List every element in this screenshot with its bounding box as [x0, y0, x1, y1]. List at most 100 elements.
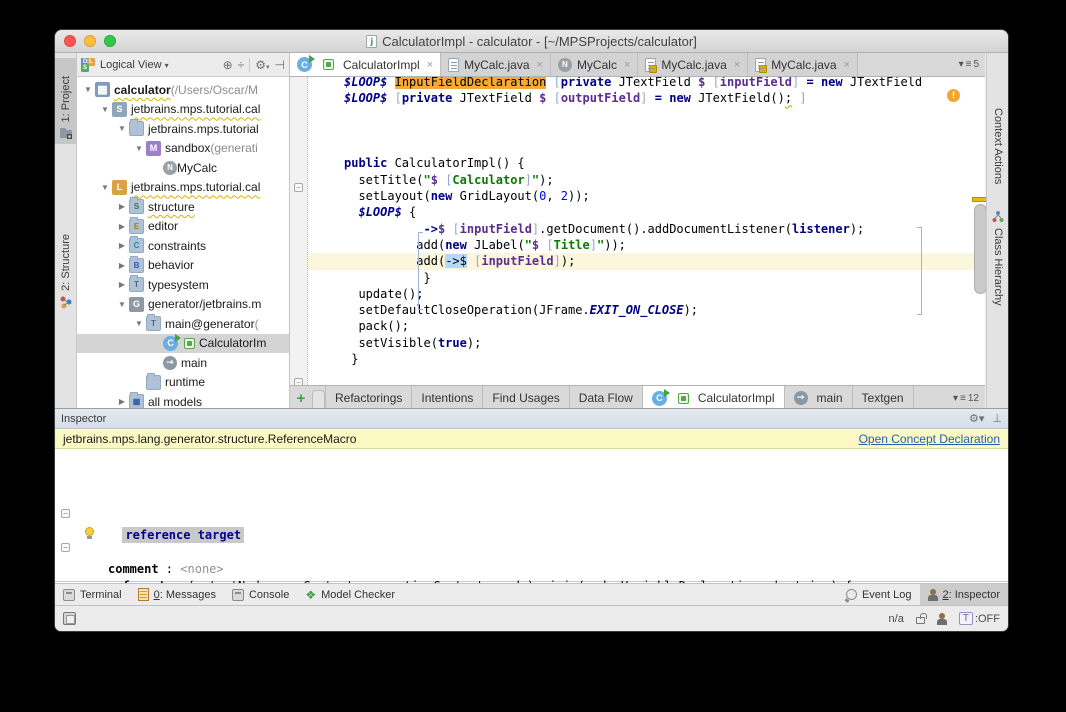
code-line[interactable]: comment : <none>	[55, 561, 1008, 578]
minimize-window-button[interactable]	[84, 35, 96, 47]
unlock-icon[interactable]	[916, 617, 925, 624]
tree-item-jetbrains-mps-tutorial[interactable]: ▼jetbrains.mps.tutorial	[77, 119, 289, 139]
code-line[interactable]: update();	[308, 286, 985, 302]
tree-closed-arrow[interactable]: ▶	[115, 202, 129, 211]
title-bar[interactable]: j CalculatorImpl - calculator - [~/MPSPr…	[55, 30, 1008, 53]
tree-item-structure[interactable]: ▶Sstructure	[77, 197, 289, 217]
code-line[interactable]: public CalculatorImpl() {	[308, 155, 985, 171]
code-line[interactable]	[308, 123, 985, 139]
inspector-editor[interactable]: − − reference targetcomment : <none>refe…	[55, 449, 1008, 582]
bottom-tab-intentions[interactable]: Intentions	[412, 386, 483, 410]
tab-overflow-top[interactable]: ▾≡5	[953, 53, 985, 76]
editor-tab-calculatorimpl[interactable]: CCalculatorImpl×	[290, 53, 441, 76]
fold-icon[interactable]: −	[294, 183, 303, 192]
fold-icon[interactable]: −	[61, 543, 70, 552]
editor-tab-mycalc[interactable]: NMyCalc×	[551, 53, 638, 76]
code-line[interactable]: $LOOP$ [private JTextField $ [outputFiel…	[308, 90, 985, 106]
code-line[interactable]: }	[308, 351, 985, 367]
tree-item-sandbox[interactable]: ▼Msandbox (generati	[77, 139, 289, 159]
tree-item-main[interactable]: →main	[77, 353, 289, 373]
tree-item-runtime[interactable]: runtime	[77, 373, 289, 393]
code-line[interactable]: setDefaultCloseOperation(JFrame.EXIT_ON_…	[308, 302, 985, 318]
bottom-tab-main[interactable]: →main	[785, 386, 853, 410]
bottom-tab-find-usages[interactable]: Find Usages	[483, 386, 569, 410]
toolwindow-button--inspector[interactable]: 2: Inspector	[920, 584, 1008, 605]
close-icon[interactable]: ×	[734, 59, 740, 71]
tree-closed-arrow[interactable]: ▶	[115, 280, 129, 289]
collapsed-tab[interactable]	[312, 390, 325, 410]
tree-item-main-generator[interactable]: ▼Tmain@generator (	[77, 314, 289, 334]
tree-item-editor[interactable]: ▶Eeditor	[77, 217, 289, 237]
close-window-button[interactable]	[64, 35, 76, 47]
code-line[interactable]: setTitle("$ [Calculator]");	[308, 172, 985, 188]
code-line[interactable]: $LOOP$ {	[308, 204, 985, 220]
warning-icon[interactable]: !	[947, 89, 960, 102]
stripe-button-1-project[interactable]: 1: Project	[55, 58, 77, 144]
toolwindow-button--messages[interactable]: 0: Messages	[130, 584, 224, 605]
transient-models-status[interactable]: T:OFF	[959, 612, 1000, 625]
tree-closed-arrow[interactable]: ▶	[115, 397, 129, 406]
bottom-tab-data-flow[interactable]: Data Flow	[570, 386, 643, 410]
intention-bulb-icon[interactable]	[85, 527, 94, 539]
tree-item-calculator[interactable]: ▼▦calculator (/Users/Oscar/M	[77, 80, 289, 100]
tab-overflow-bottom[interactable]: ▾≡12	[947, 386, 985, 410]
code-line[interactable]: ->$ [inputField].getDocument().addDocume…	[308, 221, 985, 237]
code-line[interactable]: setLayout(new GridLayout(0, 2));	[308, 188, 985, 204]
close-icon[interactable]: ×	[537, 59, 543, 71]
toolwindow-button-terminal[interactable]: Terminal	[55, 584, 130, 605]
tree-item-jetbrains-mps-tutorial-cal[interactable]: ▼Sjetbrains.mps.tutorial.cal	[77, 100, 289, 120]
dock-icon[interactable]: ⊥	[992, 412, 1002, 425]
bottom-tab-textgen[interactable]: Textgen	[853, 386, 914, 410]
code-line[interactable]: }	[308, 270, 985, 286]
toolwindow-button-console[interactable]: Console	[224, 584, 297, 605]
close-icon[interactable]: ×	[844, 59, 850, 71]
open-concept-declaration-link[interactable]: Open Concept Declaration	[859, 432, 1000, 446]
collapse-all-icon[interactable]: ÷	[238, 58, 245, 72]
code-line[interactable]: add(new JLabel("$ [Title]"));	[308, 237, 985, 253]
tree-closed-arrow[interactable]: ▶	[115, 261, 129, 270]
add-tab-button[interactable]: +	[290, 386, 312, 410]
zoom-window-button[interactable]	[104, 35, 116, 47]
code-line[interactable]	[308, 107, 985, 123]
stripe-button-context-actions[interactable]: Context Actions	[987, 88, 1008, 193]
stripe-button-2-structure[interactable]: 2: Structure	[55, 178, 77, 313]
tree-item-generator-jetbrains-m[interactable]: ▼Ggenerator/jetbrains.m	[77, 295, 289, 315]
hector-inspector-icon[interactable]	[937, 613, 947, 625]
code-line[interactable]: add(->$ [inputField]);	[308, 253, 985, 269]
toolwindow-button-model-checker[interactable]: ❖Model Checker	[297, 584, 403, 605]
tree-item-mycalc[interactable]: NMyCalc	[77, 158, 289, 178]
hide-panel-icon[interactable]: ⊣	[275, 58, 285, 72]
stripe-button-class-hierarchy[interactable]: Class Hierarchy	[987, 208, 1008, 343]
bottom-tab-refactorings[interactable]: Refactorings	[325, 386, 412, 410]
code-line[interactable]: reference target	[55, 527, 1008, 544]
tree-open-arrow[interactable]: ▼	[98, 105, 112, 114]
tree-open-arrow[interactable]: ▼	[132, 144, 146, 153]
code-line[interactable]: setVisible(true);	[308, 335, 985, 351]
tree-open-arrow[interactable]: ▼	[81, 85, 95, 94]
code-line[interactable]: $LOOP$ InputFieldDeclaration [private JT…	[308, 77, 985, 90]
tree-item-calculatorim[interactable]: CCalculatorIm	[77, 334, 289, 354]
locate-icon[interactable]: ⊕	[223, 58, 233, 72]
tree-item-jetbrains-mps-tutorial-cal[interactable]: ▼Ljetbrains.mps.tutorial.cal	[77, 178, 289, 198]
tree-item-typesystem[interactable]: ▶Ttypesystem	[77, 275, 289, 295]
code-editor[interactable]: − − $LOOP$ InputFieldDeclaration [privat…	[290, 77, 985, 385]
gear-icon[interactable]: ⚙▾	[255, 58, 269, 72]
editor-tab-mycalc-java[interactable]: MyCalc.java×	[441, 53, 551, 76]
editor-tab-mycalc-java[interactable]: MyCalc.java×	[748, 53, 858, 76]
close-icon[interactable]: ×	[624, 59, 630, 71]
code-line[interactable]	[55, 544, 1008, 561]
fold-icon[interactable]: −	[294, 378, 303, 385]
tree-open-arrow[interactable]: ▼	[115, 300, 129, 309]
close-icon[interactable]: ×	[427, 59, 433, 71]
toolwindow-toggle-icon[interactable]	[63, 612, 76, 625]
toolwindow-button-event-log[interactable]: Event Log	[838, 584, 920, 605]
bottom-tab-calculatorimpl[interactable]: CCalculatorImpl	[643, 386, 785, 410]
tree-closed-arrow[interactable]: ▶	[115, 222, 129, 231]
fold-icon[interactable]: −	[61, 509, 70, 518]
tree-item-all-models[interactable]: ▶▦all models	[77, 392, 289, 408]
tree-open-arrow[interactable]: ▼	[115, 124, 129, 133]
tree-closed-arrow[interactable]: ▶	[115, 241, 129, 250]
view-selector[interactable]: Logical View ▾	[100, 59, 169, 71]
tree-open-arrow[interactable]: ▼	[98, 183, 112, 192]
editor-tab-mycalc-java[interactable]: MyCalc.java×	[638, 53, 748, 76]
